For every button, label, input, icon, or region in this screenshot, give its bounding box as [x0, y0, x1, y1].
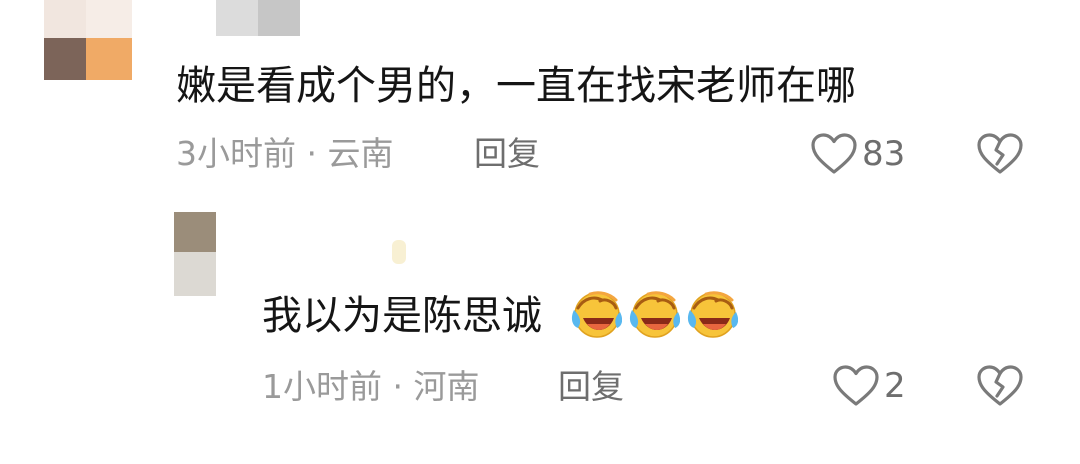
- laugh-cry-emoji: [571, 291, 622, 338]
- username-blur: [258, 0, 300, 36]
- decorative-speck: [392, 240, 406, 264]
- dislike-button[interactable]: [976, 132, 1024, 180]
- broken-heart-icon: [977, 365, 1023, 406]
- comment-text: 我以为是陈思诚: [262, 293, 542, 339]
- comment-meta: 1小时前 · 河南: [262, 367, 480, 406]
- like-button[interactable]: 83: [810, 132, 905, 176]
- laugh-cry-emoji: [629, 291, 680, 338]
- like-button[interactable]: 2: [832, 364, 906, 408]
- broken-heart-icon: [977, 133, 1023, 174]
- like-count: 2: [884, 366, 906, 406]
- emoji-row: [570, 288, 744, 340]
- laugh-cry-emoji: [687, 291, 738, 338]
- reply-button[interactable]: 回复: [474, 137, 540, 170]
- dislike-button[interactable]: [976, 364, 1024, 412]
- like-count: 83: [862, 134, 906, 174]
- username-blur: [216, 0, 258, 36]
- heart-outline-icon: [811, 133, 857, 174]
- heart-outline-icon: [833, 365, 879, 406]
- reply-button[interactable]: 回复: [558, 370, 624, 403]
- comment-meta: 3小时前 · 云南: [176, 134, 394, 173]
- comment-text: 嫩是看成个男的，一直在找宋老师在哪: [176, 63, 856, 109]
